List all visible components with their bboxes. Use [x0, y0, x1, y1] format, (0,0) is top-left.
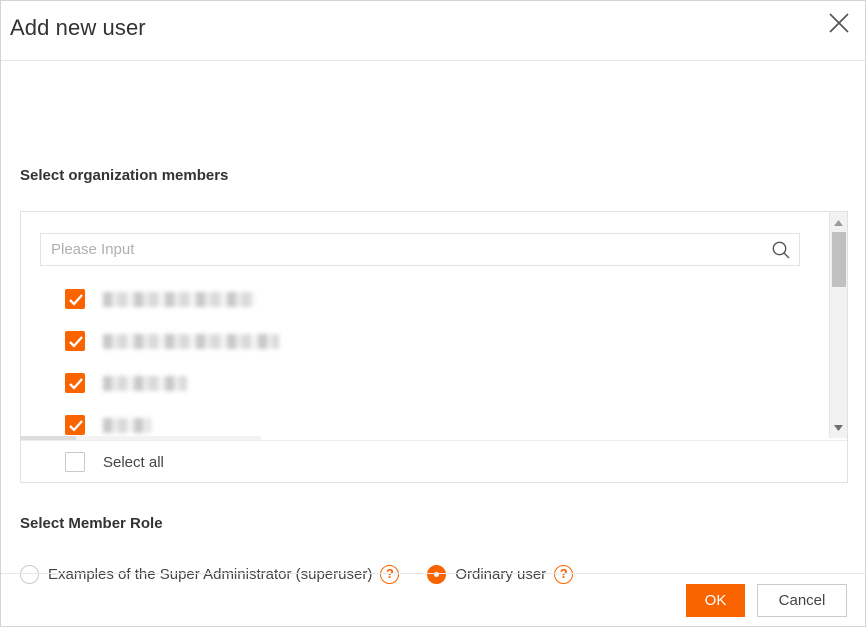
- page-title: Add new user: [10, 15, 146, 40]
- member-checkbox[interactable]: [65, 373, 85, 393]
- list-item[interactable]: [65, 415, 151, 435]
- chevron-down-icon: [833, 419, 844, 437]
- ok-button[interactable]: OK: [686, 583, 745, 617]
- list-item[interactable]: [65, 289, 255, 309]
- vertical-scrollbar-thumb[interactable]: [832, 232, 846, 287]
- dialog-body: Select organization members Please Input…: [1, 61, 865, 584]
- vertical-scrollbar[interactable]: [829, 212, 847, 438]
- member-list-scrollarea: [21, 212, 847, 440]
- select-all-checkbox[interactable]: [65, 452, 85, 472]
- organization-member-picker: Select all: [20, 211, 848, 483]
- chevron-up-icon: [833, 214, 844, 232]
- members-section-title: Select organization members: [20, 167, 229, 184]
- cancel-button[interactable]: Cancel: [757, 583, 847, 617]
- select-all-label: Select all: [103, 453, 164, 471]
- member-name-redacted: [103, 333, 279, 349]
- scroll-down-button[interactable]: [830, 419, 847, 436]
- role-section-title: Select Member Role: [20, 515, 163, 532]
- search-box: [40, 233, 800, 266]
- member-name-redacted: [103, 375, 187, 391]
- scroll-up-button[interactable]: [830, 214, 847, 231]
- add-new-user-dialog: Add new user Select organization members: [0, 0, 866, 627]
- member-name-redacted: [103, 417, 151, 433]
- dialog-header: Add new user: [1, 1, 865, 61]
- dialog-footer: OK Cancel: [1, 573, 865, 626]
- close-button[interactable]: [824, 8, 854, 38]
- list-item[interactable]: [65, 373, 187, 393]
- member-name-redacted: [103, 291, 255, 307]
- search-icon[interactable]: [771, 240, 791, 260]
- member-checkbox[interactable]: [65, 415, 85, 435]
- list-item[interactable]: [65, 331, 279, 351]
- close-icon: [828, 12, 850, 34]
- member-checkbox[interactable]: [65, 289, 85, 309]
- search-input[interactable]: [41, 234, 761, 265]
- member-checkbox[interactable]: [65, 331, 85, 351]
- select-all-row[interactable]: Select all: [21, 440, 847, 483]
